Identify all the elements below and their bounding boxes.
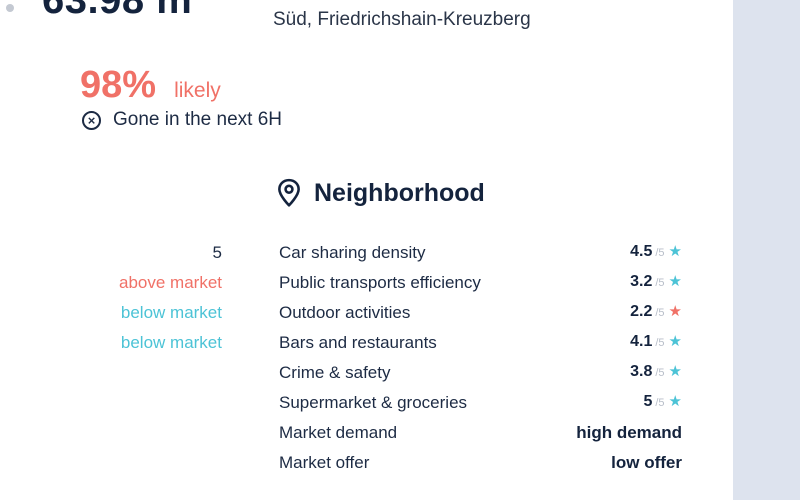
likelihood-word: likely [174,79,221,102]
market-offer-label: Market offer [279,453,370,472]
row-score: 4.1/5 ★ [630,333,682,351]
row-left-value: 5 [212,243,222,262]
market-demand-label: Market demand [279,423,398,442]
neighborhood-row: 5 Car sharing density 4.5/5 ★ [0,243,733,273]
row-label: Public transports efficiency [279,273,481,292]
neighborhood-row: above market Public transports efficiency… [0,273,733,303]
score-max: /5 [655,337,665,349]
score-value: 2.2 [630,303,653,320]
market-demand-row: Market demand high demand [0,423,733,453]
area-value: 63.98 m² [42,0,207,22]
star-icon: ★ [668,333,682,350]
score-value: 3.8 [630,363,653,380]
score-max: /5 [655,247,665,259]
address-text: Süd, Friedrichshain-Kreuzberg [273,9,531,30]
score-max: /5 [655,277,665,289]
gone-text: Gone in the next 6H [113,109,282,130]
neighborhood-row: below market Bars and restaurants 4.1/5 ★ [0,333,733,363]
market-offer-row: Market offer low offer [0,453,733,483]
star-icon: ★ [668,393,682,410]
row-left-value: below market [120,303,222,322]
likelihood-percent: 98% [80,64,157,106]
score-max: /5 [655,307,665,319]
score-value: 3.2 [630,273,653,290]
star-icon: ★ [668,303,682,320]
neighborhood-row: Crime & safety 3.8/5 ★ [0,363,733,393]
row-score: 2.2/5 ★ [630,303,682,321]
side-panel [733,0,800,500]
score-value: 4.5 [630,243,653,260]
star-icon: ★ [668,273,682,290]
market-demand-value: high demand [576,423,682,442]
bullet-dot [6,4,14,12]
x-circle-icon: × [82,110,101,130]
star-icon: ★ [668,363,682,380]
row-label: Supermarket & groceries [279,393,468,412]
row-label: Car sharing density [279,243,426,262]
row-left-value: above market [119,273,222,292]
score-max: /5 [655,397,665,409]
row-label: Bars and restaurants [279,333,437,352]
row-label: Crime & safety [279,363,391,382]
row-score: 5/5 ★ [643,393,682,411]
gone-row: × Gone in the next 6H [82,109,282,131]
section-title: Neighborhood [314,178,485,207]
row-label: Outdoor activities [279,303,411,322]
row-score: 3.2/5 ★ [630,273,682,291]
score-max: /5 [655,367,665,379]
listing-card: 63.98 m² Süd, Friedrichshain-Kreuzberg 9… [0,0,733,500]
neighborhood-row: Supermarket & groceries 5/5 ★ [0,393,733,423]
star-icon: ★ [668,243,682,260]
row-score: 3.8/5 ★ [630,363,682,381]
score-value: 4.1 [630,333,653,350]
row-left-value: below market [120,333,222,352]
neighborhood-row: below market Outdoor activities 2.2/5 ★ [0,303,733,333]
likelihood: 98% likely [80,64,221,107]
score-value: 5 [643,393,653,410]
market-offer-value: low offer [611,453,682,472]
neighborhood-header: Neighborhood [276,178,485,208]
map-pin-icon [278,178,300,207]
row-score: 4.5/5 ★ [630,243,682,261]
